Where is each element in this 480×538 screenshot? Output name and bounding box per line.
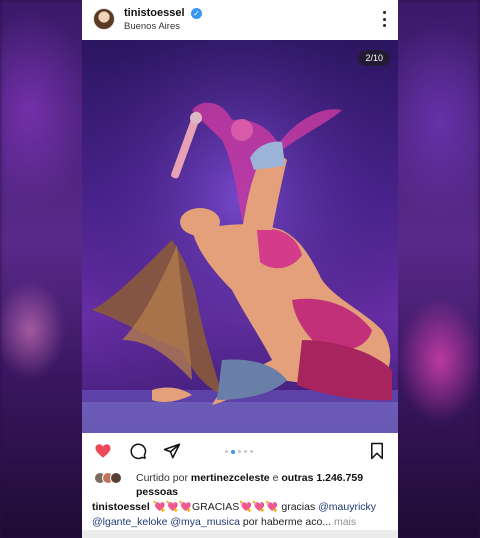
caption-text: gracias <box>278 501 319 513</box>
post-bottom-edge <box>82 530 398 538</box>
likes-connector: e <box>269 472 282 484</box>
avatar[interactable] <box>93 8 115 30</box>
carousel-indicator <box>225 449 253 454</box>
username[interactable]: tinistoessel <box>124 7 185 19</box>
likes-summary: Curtido por mertinezceleste e outras 1.2… <box>94 469 394 499</box>
action-bar <box>82 433 398 469</box>
mention-link[interactable]: @mauyricky <box>318 501 376 513</box>
caption-emoji: 💘💘💘 <box>152 501 192 513</box>
liker-avatar <box>110 472 122 484</box>
mention-link[interactable]: @lgante_keloke <box>92 516 167 528</box>
bookmark-icon[interactable] <box>368 442 386 460</box>
caption-username[interactable]: tinistoessel <box>92 501 150 513</box>
heart-filled-icon[interactable] <box>94 442 112 460</box>
post-image[interactable]: 2/10 <box>82 40 398 433</box>
caption-emoji: 💘💘💘 <box>239 501 279 513</box>
paper-plane-icon[interactable] <box>163 442 181 460</box>
concert-photo <box>82 40 398 433</box>
instagram-post: tinistoessel ✓ Buenos Aires 2/10 Curtido… <box>82 0 398 530</box>
more-options-icon[interactable] <box>382 11 386 27</box>
liker-username[interactable]: mertinezceleste <box>191 472 270 484</box>
likes-text[interactable]: Curtido por mertinezceleste e outras 1.2… <box>136 471 396 499</box>
caption-text: por haberme aco... <box>239 516 332 528</box>
mention-link[interactable]: @mya_musica <box>170 516 240 528</box>
comment-icon[interactable] <box>129 442 147 460</box>
more-link[interactable]: mais <box>331 516 356 528</box>
post-header: tinistoessel ✓ Buenos Aires <box>82 0 398 40</box>
likes-prefix: Curtido por <box>136 472 191 484</box>
post-caption: tinistoessel 💘💘💘GRACIAS💘💘💘 gracias @mauy… <box>92 500 392 530</box>
verified-icon: ✓ <box>191 8 202 19</box>
location[interactable]: Buenos Aires <box>124 21 180 32</box>
caption-word: GRACIAS <box>191 501 240 513</box>
carousel-counter: 2/10 <box>358 50 390 66</box>
